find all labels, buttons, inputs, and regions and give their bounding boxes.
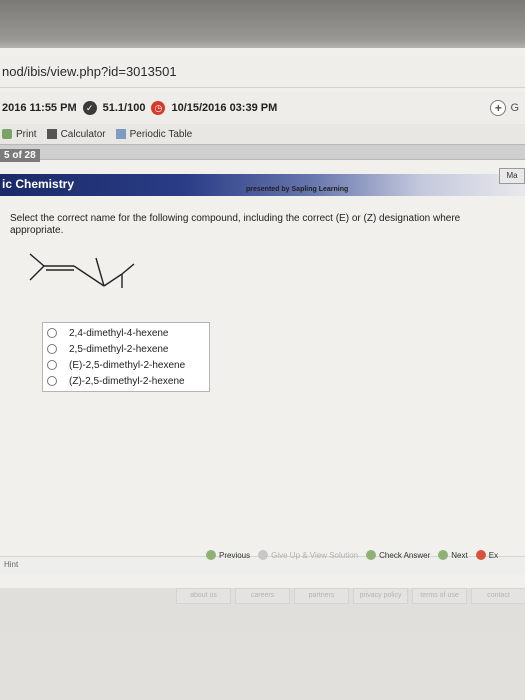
bond bbox=[29, 265, 45, 281]
radio-button[interactable] bbox=[47, 328, 57, 338]
print-label: Print bbox=[16, 128, 37, 140]
print-button[interactable]: Print bbox=[2, 129, 37, 140]
give-up-button[interactable]: Give Up & View Solution bbox=[258, 550, 358, 560]
exit-icon bbox=[475, 550, 486, 560]
hint-button[interactable]: Hint bbox=[4, 560, 18, 569]
side-tab[interactable]: Ma bbox=[499, 168, 525, 184]
choice-label: (Z)-2,5-dimethyl-2-hexene bbox=[69, 375, 185, 387]
radio-button[interactable] bbox=[47, 344, 57, 354]
presented-by: presented by Sapling Learning bbox=[246, 186, 349, 193]
calculator-label: Calculator bbox=[60, 128, 106, 140]
course-title: ic Chemistry bbox=[2, 177, 75, 191]
choice-label: (E)-2,5-dimethyl-2-hexene bbox=[69, 359, 186, 371]
check-answer-label: Check Answer bbox=[379, 550, 431, 560]
info-bar: 2016 11:55 PM ✓ 51.1/100 ◷ 10/15/2016 03… bbox=[0, 92, 525, 124]
radio-button[interactable] bbox=[47, 360, 57, 370]
right-letter: G bbox=[510, 102, 519, 114]
give-up-label: Give Up & View Solution bbox=[271, 550, 359, 560]
periodic-table-label: Periodic Table bbox=[129, 128, 193, 140]
page-counter-bar: 5 of 28 bbox=[0, 144, 525, 162]
bond bbox=[29, 253, 45, 267]
calculator-button[interactable]: Calculator bbox=[46, 128, 106, 140]
clock-icon: ◷ bbox=[151, 101, 166, 115]
radio-button[interactable] bbox=[47, 376, 57, 386]
next-label: Next bbox=[451, 550, 468, 560]
footer-link[interactable]: about us bbox=[176, 588, 231, 604]
check-answer-button[interactable]: Check Answer bbox=[366, 550, 430, 560]
next-icon bbox=[438, 550, 449, 560]
previous-label: Previous bbox=[219, 550, 251, 560]
section-header: ic Chemistry presented by Sapling Learni… bbox=[0, 174, 525, 196]
periodic-table-button[interactable]: Periodic Table bbox=[115, 128, 193, 140]
printer-icon bbox=[2, 129, 12, 139]
choice-label: 2,4-dimethyl-4-hexene bbox=[69, 327, 169, 339]
start-time: 2016 11:55 PM bbox=[2, 102, 77, 114]
give-up-icon bbox=[258, 550, 269, 560]
choice-item[interactable]: (Z)-2,5-dimethyl-2-hexene bbox=[47, 373, 205, 389]
footer-link[interactable]: contact bbox=[471, 588, 525, 604]
url-text: nod/ibis/view.php?id=3013501 bbox=[2, 64, 177, 79]
choice-item[interactable]: 2,4-dimethyl-4-hexene bbox=[47, 325, 205, 341]
choice-label: 2,5-dimethyl-2-hexene bbox=[69, 343, 169, 355]
footer-link[interactable]: careers bbox=[235, 588, 290, 604]
periodic-table-icon bbox=[115, 129, 126, 139]
footer-links: about us careers partners privacy policy… bbox=[176, 588, 525, 604]
footer-link[interactable]: privacy policy bbox=[353, 588, 408, 604]
bond bbox=[121, 263, 135, 275]
footer-link[interactable]: terms of use bbox=[412, 588, 467, 604]
expand-icon[interactable]: + bbox=[490, 100, 507, 116]
exit-button[interactable]: Ex bbox=[475, 550, 499, 560]
due-time: 10/15/2016 03:39 PM bbox=[171, 102, 278, 114]
answer-choices: 2,4-dimethyl-4-hexene 2,5-dimethyl-2-hex… bbox=[42, 322, 210, 392]
question-text: Select the correct name for the followin… bbox=[10, 213, 461, 236]
tool-bar: Print Calculator Periodic Table bbox=[0, 124, 525, 144]
exit-label: Ex bbox=[488, 550, 499, 560]
previous-button[interactable]: Previous bbox=[206, 550, 250, 560]
score-icon: ✓ bbox=[82, 101, 97, 115]
bond bbox=[103, 273, 123, 287]
compound-structure bbox=[29, 253, 135, 288]
choice-item[interactable]: (E)-2,5-dimethyl-2-hexene bbox=[47, 357, 205, 373]
choice-item[interactable]: 2,5-dimethyl-2-hexene bbox=[47, 341, 205, 357]
check-icon bbox=[366, 550, 377, 560]
action-buttons: Previous Give Up & View Solution Check A… bbox=[206, 550, 498, 560]
page-counter: 5 of 28 bbox=[0, 149, 40, 162]
calculator-icon bbox=[46, 129, 57, 139]
score: 51.1/100 bbox=[102, 102, 146, 114]
next-button[interactable]: Next bbox=[438, 550, 468, 560]
previous-icon bbox=[206, 550, 216, 560]
footer-link[interactable]: partners bbox=[294, 588, 349, 604]
url-bar[interactable]: nod/ibis/view.php?id=3013501 bbox=[0, 56, 525, 88]
